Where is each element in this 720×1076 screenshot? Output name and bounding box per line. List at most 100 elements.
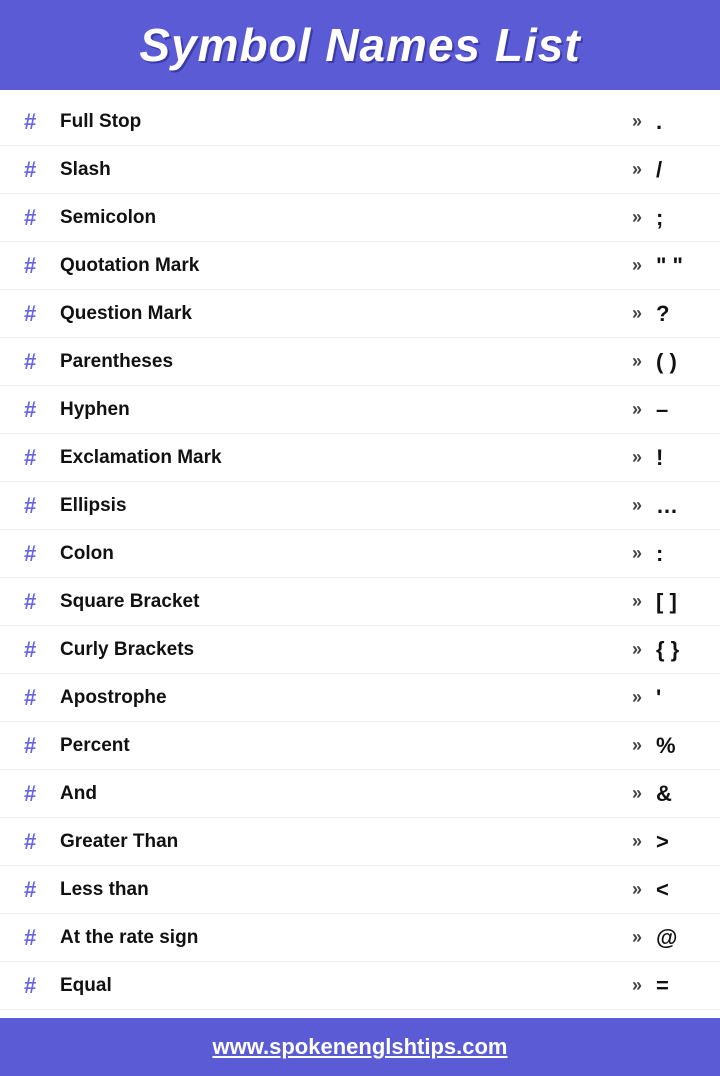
hash-icon: # [24, 493, 60, 519]
list-item: #At the rate sign» @ [0, 914, 720, 962]
item-name: Hyphen [60, 399, 632, 421]
item-symbol: ; [656, 205, 696, 231]
hash-icon: # [24, 253, 60, 279]
item-symbol: @ [656, 925, 696, 951]
hash-icon: # [24, 157, 60, 183]
item-symbol: > [656, 829, 696, 855]
arrow-icon: » [632, 927, 642, 948]
hash-icon: # [24, 637, 60, 663]
hash-icon: # [24, 781, 60, 807]
arrow-icon: » [632, 351, 642, 372]
list-item: #Question Mark»? [0, 290, 720, 338]
item-name: And [60, 783, 632, 805]
item-name: Ellipsis [60, 495, 632, 517]
list-item: #Greater Than» > [0, 818, 720, 866]
item-symbol: & [656, 781, 696, 807]
list-item: #Exclamation Mark»! [0, 434, 720, 482]
hash-icon: # [24, 349, 60, 375]
item-symbol: – [656, 397, 696, 423]
arrow-icon: » [632, 495, 642, 516]
item-symbol: [ ] [656, 589, 696, 615]
arrow-icon: » [632, 207, 642, 228]
list-item: #And»& [0, 770, 720, 818]
arrow-icon: » [632, 447, 642, 468]
list-item: #Parentheses» ( ) [0, 338, 720, 386]
hash-icon: # [24, 445, 60, 471]
arrow-icon: » [632, 399, 642, 420]
hash-icon: # [24, 109, 60, 135]
item-symbol: : [656, 541, 696, 567]
hash-icon: # [24, 541, 60, 567]
list-item: #Semicolon»; [0, 194, 720, 242]
list-item: #Full Stop». [0, 98, 720, 146]
list-item: #Quotation Mark» " " [0, 242, 720, 290]
item-name: Equal [60, 975, 632, 997]
list-item: #Percent»% [0, 722, 720, 770]
arrow-icon: » [632, 831, 642, 852]
arrow-icon: » [632, 879, 642, 900]
hash-icon: # [24, 733, 60, 759]
hash-icon: # [24, 829, 60, 855]
item-name: Colon [60, 543, 632, 565]
item-symbol: ? [656, 301, 696, 327]
item-name: Less than [60, 879, 632, 901]
item-symbol: . [656, 109, 696, 135]
arrow-icon: » [632, 159, 642, 180]
item-symbol: / [656, 157, 696, 183]
list-item: #Apostrophe» ' [0, 674, 720, 722]
list-item: #Colon»: [0, 530, 720, 578]
item-symbol: " " [656, 253, 696, 279]
arrow-icon: » [632, 783, 642, 804]
arrow-icon: » [632, 111, 642, 132]
item-name: Parentheses [60, 351, 632, 373]
list-item: #Ellipsis» … [0, 482, 720, 530]
arrow-icon: » [632, 303, 642, 324]
arrow-icon: » [632, 543, 642, 564]
symbol-list: #Full Stop».#Slash»/#Semicolon»;#Quotati… [0, 90, 720, 1018]
hash-icon: # [24, 205, 60, 231]
list-item: #Curly Brackets» { } [0, 626, 720, 674]
item-name: Greater Than [60, 831, 632, 853]
item-symbol: % [656, 733, 696, 759]
hash-icon: # [24, 877, 60, 903]
page-footer: www.spokenenglshtips.com [0, 1018, 720, 1076]
list-item: #Equal» = [0, 962, 720, 1010]
item-name: Square Bracket [60, 591, 632, 613]
hash-icon: # [24, 397, 60, 423]
footer-link[interactable]: www.spokenenglshtips.com [212, 1034, 507, 1059]
item-symbol: = [656, 973, 696, 999]
hash-icon: # [24, 925, 60, 951]
item-symbol: < [656, 877, 696, 903]
item-name: Slash [60, 159, 632, 181]
arrow-icon: » [632, 255, 642, 276]
item-name: Percent [60, 735, 632, 757]
item-name: Quotation Mark [60, 255, 632, 277]
list-item: #Slash» / [0, 146, 720, 194]
hash-icon: # [24, 685, 60, 711]
page-header: Symbol Names List [0, 0, 720, 90]
item-symbol: ' [656, 685, 696, 711]
list-item: #Hyphen»– [0, 386, 720, 434]
hash-icon: # [24, 973, 60, 999]
item-name: Apostrophe [60, 687, 632, 709]
item-name: Question Mark [60, 303, 632, 325]
arrow-icon: » [632, 639, 642, 660]
arrow-icon: » [632, 975, 642, 996]
arrow-icon: » [632, 735, 642, 756]
item-name: Full Stop [60, 111, 632, 133]
item-symbol: ( ) [656, 349, 696, 375]
item-name: Semicolon [60, 207, 632, 229]
arrow-icon: » [632, 687, 642, 708]
item-name: At the rate sign [60, 927, 632, 949]
list-item: #Square Bracket» [ ] [0, 578, 720, 626]
item-symbol: { } [656, 637, 696, 663]
item-name: Curly Brackets [60, 639, 632, 661]
hash-icon: # [24, 301, 60, 327]
item-symbol: … [656, 493, 696, 519]
page-title: Symbol Names List [139, 19, 580, 71]
list-item: #Less than» < [0, 866, 720, 914]
item-symbol: ! [656, 445, 696, 471]
arrow-icon: » [632, 591, 642, 612]
item-name: Exclamation Mark [60, 447, 632, 469]
hash-icon: # [24, 589, 60, 615]
